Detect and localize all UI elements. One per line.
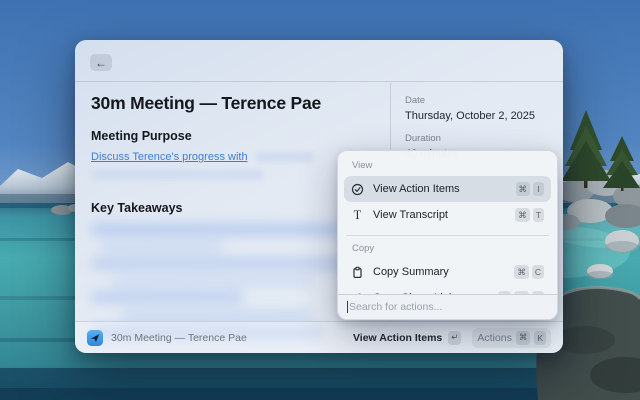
status-bar-right: View Action Items ↵ Actions ⌘ K bbox=[353, 327, 551, 348]
command-key-icon: ⌘ bbox=[515, 330, 531, 345]
statusbar-meeting-title: 30m Meeting — Terence Pae bbox=[111, 331, 247, 344]
duration-label: Duration bbox=[405, 133, 441, 144]
menu-item-view-action-items[interactable]: View Action Items ⌘ I bbox=[344, 176, 551, 202]
purpose-link[interactable]: Discuss Terence's progress with bbox=[91, 151, 248, 163]
text-caret bbox=[347, 301, 348, 313]
app-logo-icon bbox=[87, 329, 103, 346]
actions-button[interactable]: Actions ⌘ K bbox=[472, 327, 551, 348]
page-title: 30m Meeting — Terence Pae bbox=[91, 93, 322, 113]
t-key: T bbox=[532, 208, 544, 222]
key-takeaways-heading: Key Takeaways bbox=[91, 201, 183, 215]
command-palette: View View Action Items ⌘ I T View Transc… bbox=[337, 150, 558, 320]
purpose-text: Discuss Terence's progress with bbox=[91, 151, 372, 164]
date-value: Thursday, October 2, 2025 bbox=[405, 110, 536, 122]
clipboard-icon bbox=[351, 266, 364, 279]
redacted-text bbox=[255, 152, 314, 163]
palette-search-bar bbox=[338, 294, 557, 319]
redacted-text bbox=[91, 170, 263, 180]
menu-item-view-transcript[interactable]: T View Transcript ⌘ T bbox=[344, 202, 551, 228]
i-key: I bbox=[533, 182, 544, 196]
command-key-icon: ⌘ bbox=[514, 265, 529, 279]
back-arrow-icon: ← bbox=[95, 55, 107, 70]
window-toolbar: ← bbox=[75, 40, 563, 82]
menu-item-copy-summary[interactable]: Copy Summary ⌘ C bbox=[344, 259, 551, 285]
command-key-icon: ⌘ bbox=[515, 182, 530, 196]
actions-label: Actions bbox=[477, 331, 512, 344]
transcript-t-icon: T bbox=[353, 207, 362, 222]
palette-divider bbox=[346, 235, 549, 236]
primary-action-label[interactable]: View Action Items bbox=[353, 332, 442, 344]
return-key-icon: ↵ bbox=[448, 330, 462, 345]
desktop: ← 30m Meeting — Terence Pae Meeting Purp… bbox=[0, 0, 640, 400]
c-key: C bbox=[531, 265, 544, 279]
status-bar: 30m Meeting — Terence Pae View Action It… bbox=[75, 321, 563, 353]
palette-section-view: View bbox=[352, 160, 373, 171]
circle-check-icon bbox=[351, 183, 364, 196]
meeting-purpose-heading: Meeting Purpose bbox=[91, 129, 192, 143]
search-input[interactable] bbox=[348, 301, 548, 313]
back-button[interactable]: ← bbox=[90, 54, 112, 71]
status-bar-left: 30m Meeting — Terence Pae bbox=[87, 329, 353, 346]
palette-section-copy: Copy bbox=[352, 243, 375, 254]
date-label: Date bbox=[405, 95, 426, 106]
command-key-icon: ⌘ bbox=[515, 208, 530, 222]
k-key: K bbox=[534, 330, 546, 345]
